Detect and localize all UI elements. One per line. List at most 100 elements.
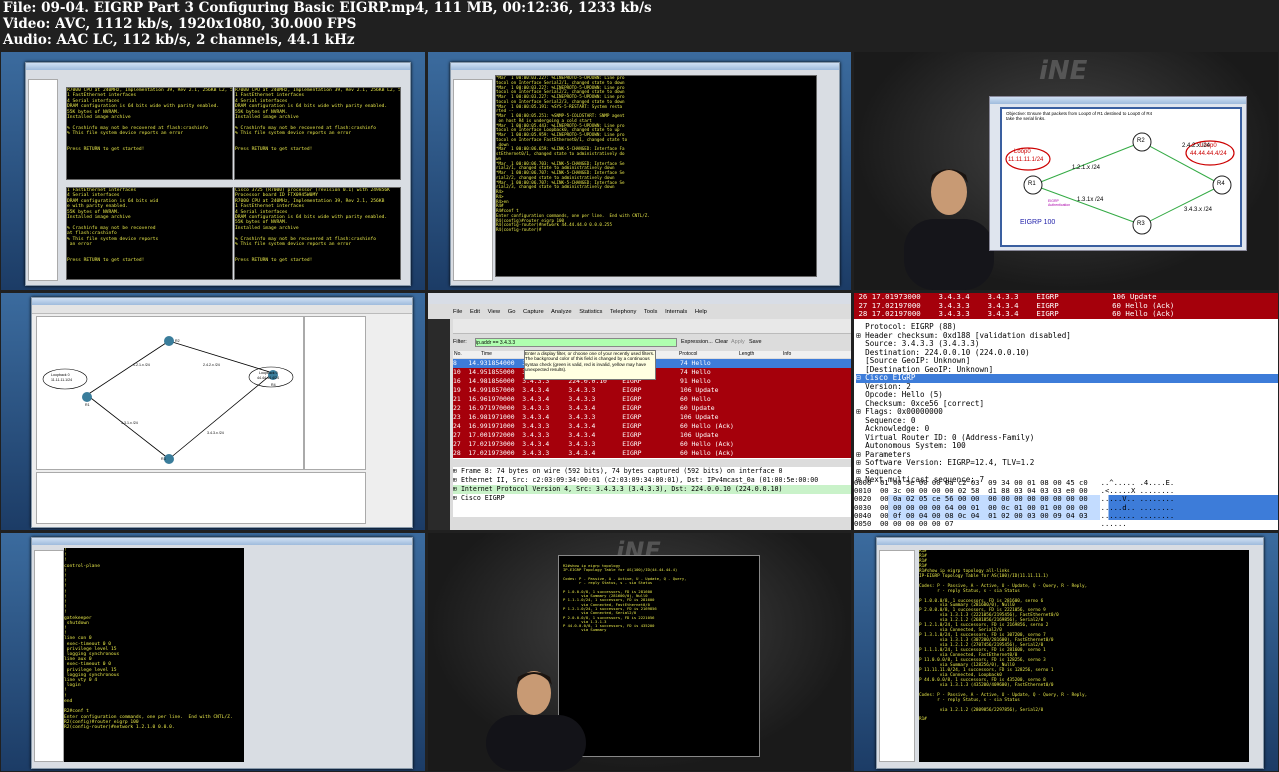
console-r2: R7000 CPU at 240MHz, Implementation 39, …	[234, 87, 401, 180]
detail-line[interactable]: ⊞ Sequence	[856, 468, 1278, 477]
device-list-panel	[453, 79, 493, 281]
hex-row: 0040 00 0f 00 04 00 08 0c 04 01 02 00 03…	[854, 511, 1278, 521]
packet-row[interactable]: 24 16.991971000 3.4.3.3 3.4.3.4 EIGRP 60…	[453, 422, 851, 431]
thumbnail-6[interactable]: 26 17.01973000 3.4.3.4 3.4.3.3 EIGRP 106…	[854, 293, 1278, 530]
loop0-r1-label: Loop0	[1014, 149, 1031, 155]
packet-row[interactable]: 21 16.961970000 3.4.3.4 3.4.3.3 EIGRP 60…	[453, 395, 851, 404]
app-window: ! ! ! control-plane ! ! ! ! ! ! ! ! ! ga…	[31, 537, 413, 769]
file-info-line: File: 09-04. EIGRP Part 3 Configuring Ba…	[3, 0, 652, 16]
router-r4-label: R4	[271, 383, 276, 387]
gns3-window: Loopback 0 11.11.11.1/24 Loopback 0 44.4…	[31, 297, 413, 528]
detail-line[interactable]: ⊞ Software Version: EIGRP=12.4, TLV=1.2	[856, 459, 1278, 468]
packet-row[interactable]: 28 17.02197000 3.4.3.3 3.4.3.4 EIGRP 60 …	[854, 310, 1278, 319]
column-time[interactable]: Time	[481, 351, 492, 358]
menu-edit[interactable]: Edit	[470, 309, 480, 315]
link-r3-r4-label: 3.4.3.x /24	[1184, 207, 1213, 213]
packet-row[interactable]: 27 17.021973000 3.4.3.4 3.4.3.3 EIGRP 60…	[453, 440, 851, 449]
packet-row[interactable]: 28 17.021973000 3.4.3.3 3.4.3.4 EIGRP 60…	[453, 449, 851, 458]
display-filter-input[interactable]	[475, 338, 677, 347]
packet-row[interactable]: 27 17.001972000 3.4.3.3 3.4.3.4 EIGRP 10…	[453, 431, 851, 440]
link-r1-r3-label: 1.3.1x /24	[1077, 197, 1104, 203]
column-protocol[interactable]: Protocol	[679, 351, 697, 358]
packet-row[interactable]: 23 16.981971000 3.4.3.4 3.4.3.3 EIGRP 10…	[453, 413, 851, 422]
thumbnail-1[interactable]: R7000 CPU at 240MHz, Implementation 39, …	[1, 52, 425, 290]
detail-line[interactable]: [Source GeoIP: Unknown]	[856, 357, 1278, 366]
main-toolbar	[453, 319, 851, 334]
menu-view[interactable]: View	[488, 309, 500, 315]
link-r1-r3-label: 1.3.1.x /24	[121, 421, 138, 425]
detail-line[interactable]: ⊞ Frame 8: 74 bytes on wire (592 bits), …	[453, 467, 851, 476]
menu-analyze[interactable]: Analyze	[551, 309, 572, 315]
detail-line[interactable]: Acknowledge: 0	[856, 425, 1278, 434]
column-no[interactable]: No.	[454, 351, 462, 358]
ine-logo: iNE	[1039, 56, 1088, 86]
detail-line[interactable]: Virtual Router ID: 0 (Address-Family)	[856, 434, 1278, 443]
detail-line[interactable]: ⊞ Header checksum: 0xd188 [validation di…	[856, 332, 1278, 341]
detail-line[interactable]: Version: 2	[856, 383, 1278, 392]
eigrp-auth-note: EIGRP Authentication	[1048, 199, 1071, 207]
filter-tooltip: Enter a display filter, or choose one of…	[524, 350, 656, 380]
slide: Objective: Ensure that packets from Loop…	[1000, 107, 1242, 247]
console-r3: 1 FastEthernet interfaces 4 Serial inter…	[66, 187, 233, 280]
detail-line[interactable]: ⊞ Parameters	[856, 451, 1278, 460]
thumbnail-4[interactable]: Loopback 0 11.11.11.1/24 Loopback 0 44.4…	[1, 293, 425, 530]
console-r1: R1# R1# R1# R1# R1#show ip eigrp topolog…	[919, 550, 1249, 762]
slide-window: Objective: Ensure that packets from Loop…	[989, 96, 1247, 251]
detail-line[interactable]: Protocol: EIGRP (88)	[856, 323, 1278, 332]
console-r1: R7000 CPU at 240MHz, Implementation 39, …	[66, 87, 233, 180]
detail-line[interactable]: Checksum: 0xce56 [correct]	[856, 400, 1278, 409]
playback-sidebar	[428, 319, 450, 530]
detail-line[interactable]: Opcode: Hello (5)	[856, 391, 1278, 400]
router-r3-label: R3	[1137, 221, 1145, 227]
expression-button[interactable]: Expression...	[681, 337, 713, 347]
loop0-r4-address: 44.44.44.4/24	[1190, 151, 1227, 157]
clear-button[interactable]: Clear	[715, 337, 728, 347]
menu-statistics[interactable]: Statistics	[579, 309, 602, 315]
save-button[interactable]: Save	[749, 337, 762, 347]
menu-tools[interactable]: Tools	[644, 309, 658, 315]
thumbnail-7[interactable]: ! ! ! control-plane ! ! ! ! ! ! ! ! ! ga…	[1, 533, 425, 771]
thumbnail-5[interactable]: File Edit View Go Capture Analyze Statis…	[428, 293, 851, 530]
detail-line[interactable]: Autonomous System: 100	[856, 442, 1278, 451]
menu-capture[interactable]: Capture	[523, 309, 544, 315]
menu-help[interactable]: Help	[695, 309, 707, 315]
packet-row[interactable]: 22 16.971970000 3.4.3.3 3.4.3.4 EIGRP 60…	[453, 404, 851, 413]
wireshark-titlebar	[428, 293, 851, 304]
detail-line[interactable]: ⊞ Flags: 0x00000000	[856, 408, 1278, 417]
thumbnail-8[interactable]: iNE R2#show ip eigrp topology IP-EIGRP T…	[428, 533, 851, 771]
filter-bar: Filter: Expression... Clear Apply Save	[453, 337, 851, 347]
detail-line[interactable]: ⊞ Cisco EIGRP	[453, 494, 851, 503]
detail-line[interactable]: Sequence: 0	[856, 417, 1278, 426]
menu-file[interactable]: File	[453, 309, 462, 315]
thumbnail-3[interactable]: iNE Objective: Ensure that packets from …	[854, 52, 1278, 290]
packet-row[interactable]: 19 14.991857000 3.4.3.4 3.4.3.3 EIGRP 10…	[453, 386, 851, 395]
packet-row[interactable]: 26 17.01973000 3.4.3.4 3.4.3.3 EIGRP 106…	[854, 293, 1278, 302]
detail-line[interactable]: ⊟ Cisco EIGRP	[856, 374, 1278, 383]
wireshark-menubar: File Edit View Go Capture Analyze Statis…	[453, 307, 851, 317]
presenter	[904, 169, 994, 290]
loopback-r1-label: Loopback 0	[51, 373, 70, 377]
detail-line[interactable]: [Destination GeoIP: Unknown]	[856, 366, 1278, 375]
link-r1-r2-label: 1.2.1.x /24	[1072, 165, 1101, 171]
detail-line[interactable]: ⊞ Internet Protocol Version 4, Src: 3.4.…	[453, 485, 851, 494]
topology-summary-panel	[304, 316, 366, 470]
thumbnail-9[interactable]: R1# R1# R1# R1# R1#show ip eigrp topolog…	[854, 533, 1278, 771]
window-titlebar	[26, 63, 410, 70]
hex-row: 0010 00 3c 00 00 00 00 02 58 d1 88 03 04…	[854, 487, 1175, 496]
packet-row[interactable]: 27 17.02197000 3.4.3.3 3.4.3.4 EIGRP 60 …	[854, 301, 1278, 311]
hex-row: 0020 00 0a 02 05 ce 56 00 00 00 00 00 00…	[854, 495, 1278, 504]
detail-line[interactable]: Destination: 224.0.0.10 (224.0.0.10)	[856, 349, 1278, 358]
menu-telephony[interactable]: Telephony	[610, 309, 636, 315]
detail-line[interactable]: ⊞ Ethernet II, Src: c2:03:09:34:00:01 (c…	[453, 476, 851, 485]
thumbnail-2[interactable]: *Mar 1 00:00:03.227: %LINEPROTO-5-UPDOWN…	[428, 52, 851, 290]
device-list-panel	[28, 79, 58, 281]
menu-go[interactable]: Go	[508, 309, 516, 315]
audio-info-line: Audio: AAC LC, 112 kb/s, 2 channels, 44.…	[3, 32, 355, 48]
menu-internals[interactable]: Internals	[665, 309, 687, 315]
column-length[interactable]: Length	[739, 351, 754, 358]
apply-button[interactable]: Apply	[731, 337, 745, 347]
detail-line[interactable]: Source: 3.4.3.3 (3.4.3.3)	[856, 340, 1278, 349]
column-info[interactable]: Info	[783, 351, 791, 358]
window-titlebar	[32, 538, 412, 545]
console-r2: ! ! ! control-plane ! ! ! ! ! ! ! ! ! ga…	[64, 548, 244, 762]
